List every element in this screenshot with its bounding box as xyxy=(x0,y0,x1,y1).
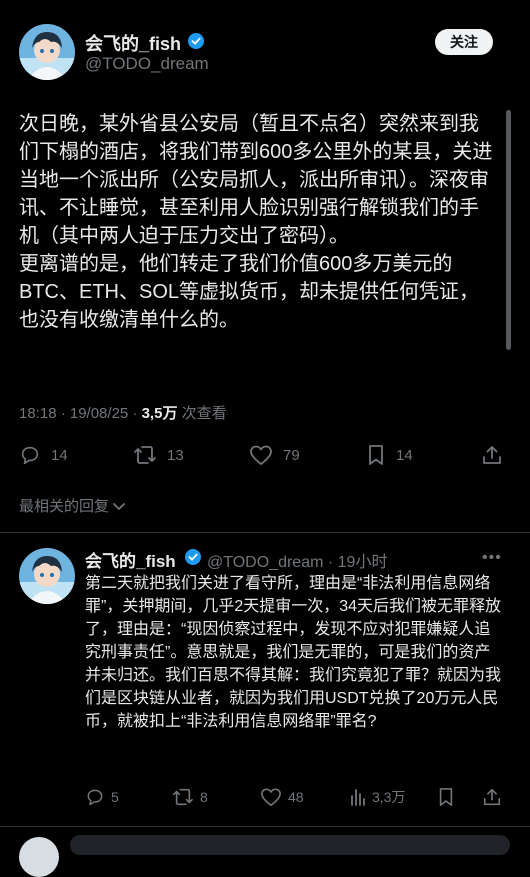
tweet-text: 次日晚，某外省县公安局（暂且不点名）突然来到我们下榻的酒店，将我们带到600多公… xyxy=(19,110,497,334)
author-name[interactable]: 会飞的_fish xyxy=(85,30,181,56)
bookmark-icon xyxy=(439,788,453,806)
tweet-paragraph-1: 次日晚，某外省县公安局（暂且不点名）突然来到我们下榻的酒店，将我们带到600多公… xyxy=(19,113,493,247)
tweet-meta: 18:18 · 19/08/25 · 3,5万 次查看 xyxy=(19,402,227,423)
reply-retweet-button[interactable]: 8 xyxy=(172,787,208,807)
avatar-image xyxy=(19,24,75,80)
reply-reply-button[interactable]: 5 xyxy=(85,787,119,807)
reply-composer-input[interactable] xyxy=(70,835,510,855)
meta-separator: · xyxy=(323,554,338,571)
verified-badge-icon xyxy=(188,33,204,49)
analytics-icon xyxy=(351,789,365,806)
reply-like-count: 48 xyxy=(288,789,304,805)
timestamp[interactable]: 18:18 · 19/08/25 · xyxy=(19,405,142,422)
scrollbar[interactable] xyxy=(506,110,511,350)
reply-bookmark-button[interactable] xyxy=(437,787,455,807)
follow-button[interactable]: 关注 xyxy=(435,29,493,55)
reply-sort-dropdown[interactable]: 最相关的回复 xyxy=(19,495,126,516)
bookmark-button[interactable]: 14 xyxy=(366,444,413,466)
reply-count: 14 xyxy=(51,446,68,464)
reply-divider xyxy=(0,826,530,827)
avatar-image xyxy=(19,548,75,604)
reply-meta: @TODO_dream · 19小时 xyxy=(207,548,387,572)
reply-reply-count: 5 xyxy=(111,789,119,805)
section-divider xyxy=(0,532,530,533)
heart-icon xyxy=(250,445,272,465)
share-button[interactable] xyxy=(481,444,503,466)
bookmark-count: 14 xyxy=(396,446,413,464)
reply-sort-label: 最相关的回复 xyxy=(19,498,110,515)
reply-retweet-count: 8 xyxy=(200,789,208,805)
more-options-icon[interactable]: ••• xyxy=(482,549,502,567)
verified-badge-icon xyxy=(185,549,201,565)
retweet-button[interactable]: 13 xyxy=(133,444,184,466)
views-label: 次查看 xyxy=(177,405,227,422)
author-handle[interactable]: @TODO_dream xyxy=(85,54,209,74)
retweet-count: 13 xyxy=(167,446,184,464)
bookmark-icon xyxy=(369,445,383,465)
reply-icon xyxy=(21,446,39,465)
reply-button[interactable]: 14 xyxy=(19,444,68,466)
chevron-down-icon xyxy=(113,502,125,510)
composer-avatar[interactable] xyxy=(19,837,59,877)
reply-views-count: 3,3万 xyxy=(372,789,406,805)
reply-author-handle[interactable]: @TODO_dream xyxy=(207,554,323,571)
reply-views-button[interactable]: 3,3万 xyxy=(349,787,405,807)
reply-like-button[interactable]: 48 xyxy=(260,787,304,807)
reply-time[interactable]: 19小时 xyxy=(338,554,388,571)
tweet-paragraph-2: 更离谱的是，他们转走了我们价值600多万美元的BTC、ETH、SOL等虚拟货币，… xyxy=(19,253,480,331)
share-icon xyxy=(483,788,501,806)
like-count: 79 xyxy=(283,446,300,464)
author-avatar[interactable] xyxy=(19,24,75,80)
heart-icon xyxy=(261,788,281,806)
retweet-icon xyxy=(173,788,193,806)
views-count: 3,5万 xyxy=(141,405,178,422)
share-icon xyxy=(483,446,501,464)
reply-icon xyxy=(87,789,103,806)
reply-share-button[interactable] xyxy=(482,787,502,807)
reply-author-name[interactable]: 会飞的_fish xyxy=(85,547,176,572)
reply-author-avatar[interactable] xyxy=(19,548,75,604)
reply-text: 第二天就把我们关进了看守所，理由是“非法利用信息网络罪”，关押期间，几乎2天提审… xyxy=(85,575,502,730)
retweet-icon xyxy=(134,446,156,464)
like-button[interactable]: 79 xyxy=(249,444,300,466)
